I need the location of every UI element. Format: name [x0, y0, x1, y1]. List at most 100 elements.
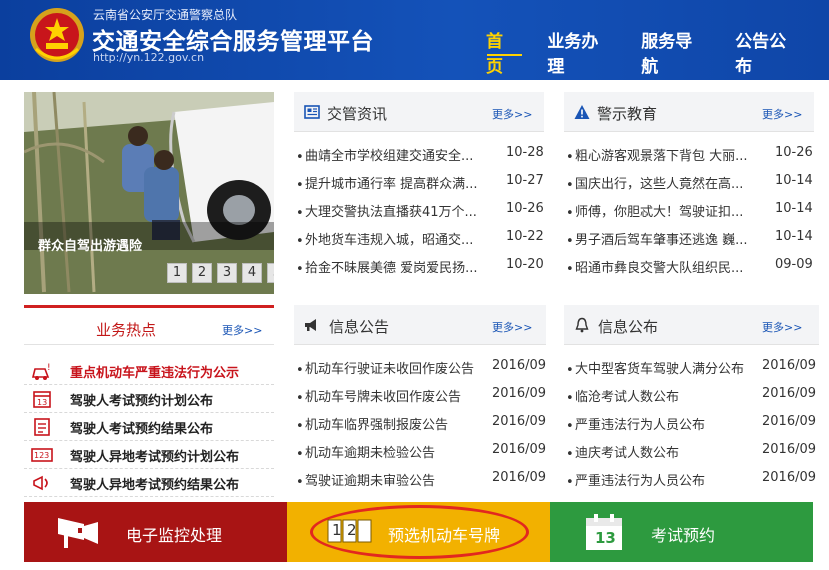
pager-button[interactable]: 5	[267, 263, 274, 283]
notice-item-date: 2016/09	[492, 470, 547, 485]
hot-item-label[interactable]: 驾驶人异地考试预约计划公布	[70, 446, 239, 465]
nav-business[interactable]: 业务办理	[547, 27, 612, 77]
photo-slider[interactable]: 群众自驾出游遇险 1 2 3 4 5	[24, 92, 274, 294]
list-item[interactable]: • 机动车临界强制报废公告 2016/09	[294, 411, 546, 439]
list-item[interactable]: • 曲靖全市学校组建交通安全... 10-28	[294, 142, 544, 170]
list-item[interactable]: • 外地货车违规入城，昭通交... 10-22	[294, 226, 544, 254]
list-item[interactable]: • 国庆出行，这些人竟然在高... 10-14	[564, 170, 814, 198]
info-notice-more-link[interactable]: 更多>>	[492, 319, 532, 335]
news-item-title[interactable]: 外地货车违规入城，昭通交...	[305, 229, 473, 248]
warning-item-title[interactable]: 师傅，你胆忒大！驾驶证扣...	[575, 201, 743, 220]
hot-list: ! 重点机动车严重违法行为公示 13 驾驶人考试预约计划公布 驾驶人考试预约结果…	[24, 357, 274, 497]
list-item[interactable]: • 机动车行驶证未收回作废公告 2016/09	[294, 355, 546, 383]
exam-booking-label[interactable]: 考试预约	[651, 522, 715, 546]
nav-home[interactable]: 首页	[486, 27, 518, 77]
list-item[interactable]: • 提升城市通行率 提高群众满... 10-27	[294, 170, 544, 198]
notice-item-title[interactable]: 机动车行驶证未收回作废公告	[305, 358, 474, 377]
hot-panel-header: 业务热点 更多>>	[24, 305, 274, 345]
list-item[interactable]: • 师傅，你胆忒大！驾驶证扣... 10-14	[564, 198, 814, 226]
info-publish-header: 信息公布 更多>>	[564, 305, 819, 345]
announcement-icon	[33, 475, 48, 491]
nav-service-guide[interactable]: 服务导航	[641, 27, 706, 77]
hot-item-label[interactable]: 驾驶人异地考试预约结果公布	[70, 474, 239, 493]
slide-caption[interactable]: 群众自驾出游遇险	[38, 235, 142, 254]
news-item-title[interactable]: 提升城市通行率 提高群众满...	[305, 173, 478, 192]
notice-item-title[interactable]: 机动车临界强制报废公告	[305, 414, 448, 433]
publish-item-date: 2016/09	[762, 414, 817, 429]
list-item[interactable]: ! 重点机动车严重违法行为公示	[24, 357, 274, 385]
calendar-date-number: 13	[595, 529, 616, 547]
nav-active-underline	[487, 54, 522, 56]
publish-item-title[interactable]: 严重违法行为人员公布	[575, 414, 705, 433]
site-url: http://yn.122.gov.cn	[93, 51, 205, 64]
warning-triangle-icon	[574, 105, 590, 119]
notice-item-title[interactable]: 驾驶证逾期未审验公告	[305, 470, 435, 489]
news-more-link[interactable]: 更多>>	[492, 106, 532, 122]
notice-item-title[interactable]: 机动车号牌未收回作废公告	[305, 386, 461, 405]
car-violation-icon: !	[31, 363, 51, 380]
list-item[interactable]: • 临沧考试人数公布 2016/09	[564, 383, 819, 411]
info-publish-title: 信息公布	[598, 318, 659, 336]
pager-button[interactable]: 4	[242, 263, 262, 283]
news-item-date: 10-22	[506, 229, 544, 244]
list-item[interactable]: 驾驶人考试预约结果公布	[24, 413, 274, 441]
list-item[interactable]: • 大理交警执法直播获41万个... 10-26	[294, 198, 544, 226]
list-item[interactable]: • 机动车逾期未检验公告 2016/09	[294, 439, 546, 467]
publish-item-title[interactable]: 迪庆考试人数公布	[575, 442, 679, 461]
site-org: 云南省公安厅交通警察总队	[93, 8, 238, 22]
monitor-handling-label[interactable]: 电子监控处理	[126, 522, 222, 546]
warning-item-date: 10-26	[775, 145, 813, 160]
news-panel-title: 交管资讯	[327, 105, 388, 123]
exam-booking-button[interactable]: 13 考试预约	[550, 502, 813, 562]
warning-item-title[interactable]: 昭通市彝良交警大队组织民...	[575, 257, 743, 276]
main-nav: 首页 业务办理 服务导航 公告公布	[486, 27, 829, 77]
svg-text:!: !	[47, 363, 51, 373]
svg-text:123: 123	[34, 451, 49, 460]
list-item[interactable]: 123 驾驶人异地考试预约计划公布	[24, 441, 274, 469]
warning-item-title[interactable]: 国庆出行，这些人竟然在高...	[575, 173, 743, 192]
info-publish-more-link[interactable]: 更多>>	[762, 319, 802, 335]
list-item[interactable]: • 男子酒后驾车肇事还逃逸 巍... 10-14	[564, 226, 814, 254]
hot-item-label[interactable]: 驾驶人考试预约结果公布	[70, 418, 213, 437]
list-item[interactable]: 驾驶人异地考试预约结果公布	[24, 469, 274, 497]
hot-item-label[interactable]: 驾驶人考试预约计划公布	[70, 390, 213, 409]
plate-selection-button[interactable]: 1 2 预选机动车号牌	[287, 502, 550, 562]
nav-announcements[interactable]: 公告公布	[735, 27, 800, 77]
publish-item-date: 2016/09	[762, 442, 817, 457]
pager-button[interactable]: 3	[217, 263, 237, 283]
list-item[interactable]: 13 驾驶人考试预约计划公布	[24, 385, 274, 413]
list-item[interactable]: • 机动车号牌未收回作废公告 2016/09	[294, 383, 546, 411]
publish-item-date: 2016/09	[762, 386, 817, 401]
list-item[interactable]: • 昭通市彝良交警大队组织民... 09-09	[564, 254, 814, 282]
news-item-title[interactable]: 大理交警执法直播获41万个...	[305, 201, 477, 220]
svg-text:13: 13	[37, 398, 47, 407]
list-item[interactable]: • 粗心游客观景落下背包 大丽... 10-26	[564, 142, 814, 170]
list-item[interactable]: • 驾驶证逾期未审验公告 2016/09	[294, 467, 546, 495]
info-notice-list: • 机动车行驶证未收回作废公告 2016/09 • 机动车号牌未收回作废公告 2016/…	[294, 355, 546, 495]
list-item[interactable]: • 严重违法行为人员公布 2016/09	[564, 411, 819, 439]
warning-panel: 警示教育 更多>> • 粗心游客观景落下背包 大丽... 10-26 • 国庆出行，这…	[564, 92, 814, 292]
list-item[interactable]: • 迪庆考试人数公布 2016/09	[564, 439, 819, 467]
megaphone-icon	[305, 319, 316, 331]
list-item[interactable]: • 大中型客货车驾驶人满分公布 2016/09	[564, 355, 819, 383]
pager-button[interactable]: 2	[192, 263, 212, 283]
monitor-handling-button[interactable]: 电子监控处理	[24, 502, 287, 562]
publish-item-title[interactable]: 大中型客货车驾驶人满分公布	[575, 358, 744, 377]
hot-item-label[interactable]: 重点机动车严重违法行为公示	[70, 362, 239, 381]
news-item-title[interactable]: 拾金不昧展美德 爱岗爱民扬...	[305, 257, 478, 276]
notice-item-title[interactable]: 机动车逾期未检验公告	[305, 442, 435, 461]
hot-more-link[interactable]: 更多>>	[222, 322, 262, 338]
highlight-circle	[310, 505, 529, 559]
pager-button[interactable]: 1	[167, 263, 187, 283]
info-notice-panel: 信息公告 更多>> • 机动车行驶证未收回作废公告 2016/09 • 机动车号牌未收…	[294, 305, 546, 490]
warning-item-title[interactable]: 男子酒后驾车肇事还逃逸 巍...	[575, 229, 748, 248]
warning-item-title[interactable]: 粗心游客观景落下背包 大丽...	[575, 145, 748, 164]
warning-more-link[interactable]: 更多>>	[762, 106, 802, 122]
list-item[interactable]: • 拾金不昧展美德 爱岗爱民扬... 10-20	[294, 254, 544, 282]
news-panel-header: 交管资讯 更多>>	[294, 92, 544, 132]
publish-item-title[interactable]: 严重违法行为人员公布	[575, 470, 705, 489]
publish-item-title[interactable]: 临沧考试人数公布	[575, 386, 679, 405]
news-item-title[interactable]: 曲靖全市学校组建交通安全...	[305, 145, 473, 164]
list-item[interactable]: • 严重违法行为人员公布 2016/09	[564, 467, 819, 495]
warning-item-date: 10-14	[775, 229, 813, 244]
